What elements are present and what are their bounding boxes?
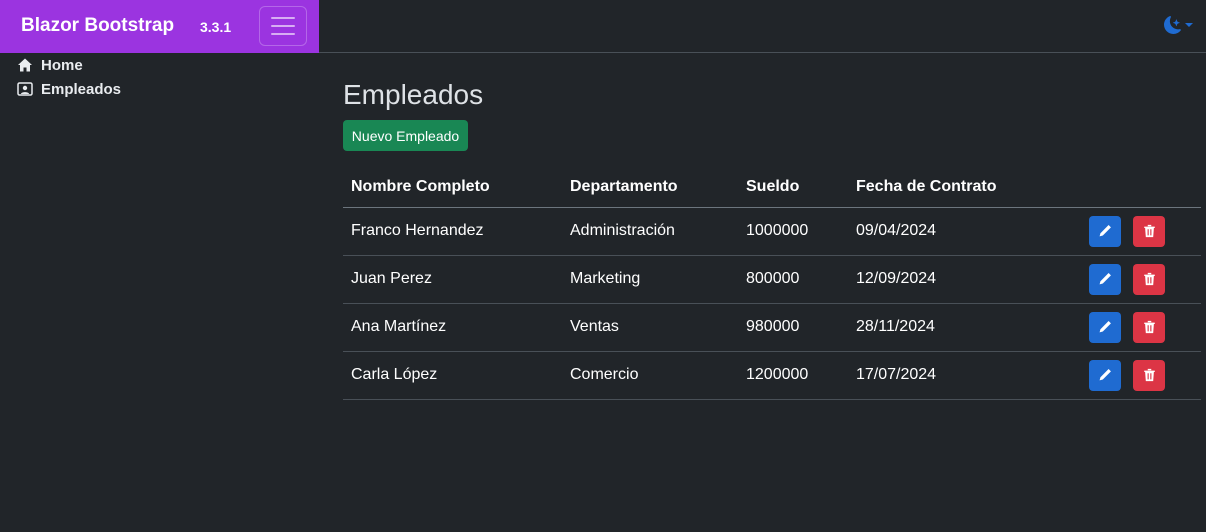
edit-button[interactable] — [1089, 263, 1121, 295]
table-row: Carla López Comercio 1200000 17/07/2024 — [343, 351, 1201, 400]
moon-stars-icon — [1164, 16, 1181, 34]
table-row: Franco Hernandez Administración 1000000 … — [343, 207, 1201, 256]
trash-icon — [1143, 224, 1155, 238]
new-employee-button[interactable]: Nuevo Empleado — [343, 120, 468, 151]
hamburger-icon — [271, 17, 295, 19]
trash-icon — [1143, 320, 1155, 334]
cell-nombre: Carla López — [343, 351, 562, 400]
column-header-fecha: Fecha de Contrato — [848, 167, 1068, 208]
house-icon — [18, 58, 32, 72]
sidebar-item-label: Home — [41, 56, 83, 74]
cell-fecha: 17/07/2024 — [848, 351, 1068, 400]
cell-nombre: Franco Hernandez — [343, 207, 562, 256]
brand-title[interactable]: Blazor Bootstrap — [21, 15, 174, 37]
sidebar-item-home[interactable]: Home — [17, 54, 83, 76]
top-navbar — [319, 0, 1206, 53]
cell-sueldo: 1000000 — [738, 207, 848, 256]
edit-button[interactable] — [1089, 311, 1121, 343]
column-header-departamento: Departamento — [562, 167, 738, 208]
cell-departamento: Ventas — [562, 303, 738, 352]
pencil-icon — [1099, 225, 1111, 237]
brand-bar: Blazor Bootstrap 3.3.1 — [0, 0, 319, 53]
cell-departamento: Administración — [562, 207, 738, 256]
delete-button[interactable] — [1133, 263, 1165, 295]
sidebar: Home Empleados — [0, 53, 319, 532]
pencil-icon — [1099, 273, 1111, 285]
cell-fecha: 09/04/2024 — [848, 207, 1068, 256]
delete-button[interactable] — [1133, 215, 1165, 247]
sidebar-item-empleados[interactable]: Empleados — [17, 78, 121, 100]
cell-departamento: Marketing — [562, 255, 738, 304]
delete-button[interactable] — [1133, 311, 1165, 343]
delete-button[interactable] — [1133, 359, 1165, 391]
theme-toggle-button[interactable] — [1164, 14, 1194, 36]
column-header-nombre: Nombre Completo — [343, 167, 562, 208]
pencil-icon — [1099, 369, 1111, 381]
navbar-toggler-button[interactable] — [259, 6, 307, 46]
column-header-actions — [1068, 167, 1201, 208]
column-header-sueldo: Sueldo — [738, 167, 848, 208]
cell-fecha: 12/09/2024 — [848, 255, 1068, 304]
pencil-icon — [1099, 321, 1111, 333]
cell-departamento: Comercio — [562, 351, 738, 400]
cell-fecha: 28/11/2024 — [848, 303, 1068, 352]
edit-button[interactable] — [1089, 215, 1121, 247]
table-header-row: Nombre Completo Departamento Sueldo Fech… — [343, 167, 1201, 208]
trash-icon — [1143, 272, 1155, 286]
cell-sueldo: 1200000 — [738, 351, 848, 400]
page-title: Empleados — [343, 79, 484, 110]
cell-nombre: Ana Martínez — [343, 303, 562, 352]
brand-version: 3.3.1 — [200, 19, 232, 35]
employees-table: Nombre Completo Departamento Sueldo Fech… — [343, 167, 1201, 400]
person-badge-icon — [17, 82, 33, 96]
edit-button[interactable] — [1089, 359, 1121, 391]
trash-icon — [1143, 368, 1155, 382]
sidebar-item-label: Empleados — [41, 80, 122, 98]
cell-sueldo: 800000 — [738, 255, 848, 304]
table-row: Ana Martínez Ventas 980000 28/11/2024 — [343, 303, 1201, 352]
cell-nombre: Juan Perez — [343, 255, 562, 304]
table-row: Juan Perez Marketing 800000 12/09/2024 — [343, 255, 1201, 304]
cell-sueldo: 980000 — [738, 303, 848, 352]
caret-down-icon — [1185, 23, 1193, 27]
